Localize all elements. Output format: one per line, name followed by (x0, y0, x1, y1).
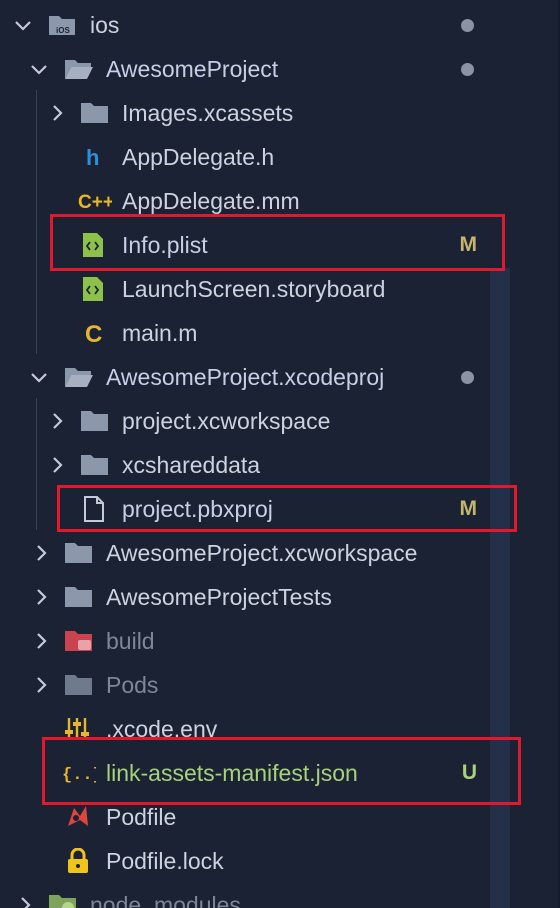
folder-icon (64, 672, 94, 698)
tree-item-appdelegate-h[interactable]: h AppDelegate.h (0, 135, 560, 179)
tree-item-awesomeproject-xcworkspace[interactable]: AwesomeProject.xcworkspace (0, 531, 560, 575)
folder-icon (80, 452, 110, 478)
folder-icon (64, 540, 94, 566)
chevron-right-icon (31, 675, 51, 695)
highlight-box-link-assets-manifest (42, 737, 521, 805)
tree-item-label: Pods (106, 672, 159, 698)
tree-item-podfile-lock[interactable]: Podfile.lock (0, 839, 560, 883)
highlight-box-info-plist (50, 214, 505, 271)
chevron-right-icon (31, 543, 51, 563)
tree-item-node-modules[interactable]: node_modules (0, 883, 560, 908)
tree-item-label: Podfile (106, 804, 177, 830)
svg-text:h: h (86, 145, 99, 170)
status-dot (461, 371, 474, 384)
tree-item-ios[interactable]: iOS ios (0, 3, 560, 47)
ios-folder-open-icon: iOS (48, 12, 78, 38)
file-explorer-tree: iOS ios AwesomeProject Images.xcassets h… (0, 0, 560, 908)
cpp-file-icon: C++ (78, 188, 112, 214)
chevron-right-icon (15, 895, 35, 908)
tree-item-launchscreen-storyboard[interactable]: LaunchScreen.storyboard (0, 267, 560, 311)
chevron-right-icon (47, 411, 67, 431)
tree-item-label: AwesomeProject.xcworkspace (106, 540, 418, 566)
highlight-box-project-pbxproj (57, 485, 517, 532)
svg-text:C++: C++ (78, 192, 112, 213)
tree-item-label: LaunchScreen.storyboard (122, 276, 386, 302)
tree-item-label: AwesomeProjectTests (106, 584, 332, 610)
tree-item-xcshareddata[interactable]: xcshareddata (0, 443, 560, 487)
folder-icon (64, 584, 94, 610)
tree-item-awesomeproject[interactable]: AwesomeProject (0, 47, 560, 91)
chevron-right-icon (47, 103, 67, 123)
tree-item-label: AwesomeProject.xcodeproj (106, 364, 385, 390)
chevron-down-icon (29, 59, 49, 79)
tree-item-images-xcassets[interactable]: Images.xcassets (0, 91, 560, 135)
c-header-file-icon: h (80, 144, 110, 170)
chevron-down-icon (13, 15, 33, 35)
folder-icon (80, 100, 110, 126)
tree-item-awesomeproject-xcodeproj[interactable]: AwesomeProject.xcodeproj (0, 355, 560, 399)
tree-item-label: AppDelegate.h (122, 144, 275, 170)
svg-text:C: C (85, 321, 102, 346)
tree-item-label: Images.xcassets (122, 100, 294, 126)
status-dot (461, 19, 474, 32)
folder-open-icon (64, 56, 94, 82)
tree-item-label: Podfile.lock (106, 848, 224, 874)
tree-item-label: build (106, 628, 155, 654)
lock-icon (66, 848, 96, 874)
folder-icon (80, 408, 110, 434)
folder-open-icon (64, 364, 94, 390)
chevron-right-icon (47, 455, 67, 475)
cocoapods-icon (64, 804, 94, 830)
tree-item-label: main.m (122, 320, 198, 346)
tree-item-label: ios (90, 12, 120, 38)
node-folder-icon (48, 892, 78, 908)
build-folder-icon (64, 628, 94, 654)
tree-item-label: project.xcworkspace (122, 408, 331, 434)
tree-item-build[interactable]: build (0, 619, 560, 663)
chevron-right-icon (31, 631, 51, 651)
tree-item-label: AppDelegate.mm (122, 188, 300, 214)
tree-item-awesomeprojecttests[interactable]: AwesomeProjectTests (0, 575, 560, 619)
status-dot (461, 63, 474, 76)
tree-item-label: xcshareddata (122, 452, 261, 478)
tree-item-pods[interactable]: Pods (0, 663, 560, 707)
svg-text:iOS: iOS (56, 26, 70, 35)
tree-item-project-xcworkspace[interactable]: project.xcworkspace (0, 399, 560, 443)
chevron-right-icon (31, 587, 51, 607)
tree-item-label: AwesomeProject (106, 56, 279, 82)
tree-item-label: node_modules (90, 892, 241, 908)
xml-file-icon (80, 276, 110, 302)
chevron-down-icon (29, 367, 49, 387)
tree-item-main-m[interactable]: C main.m (0, 311, 560, 355)
c-file-icon: C (82, 320, 112, 346)
